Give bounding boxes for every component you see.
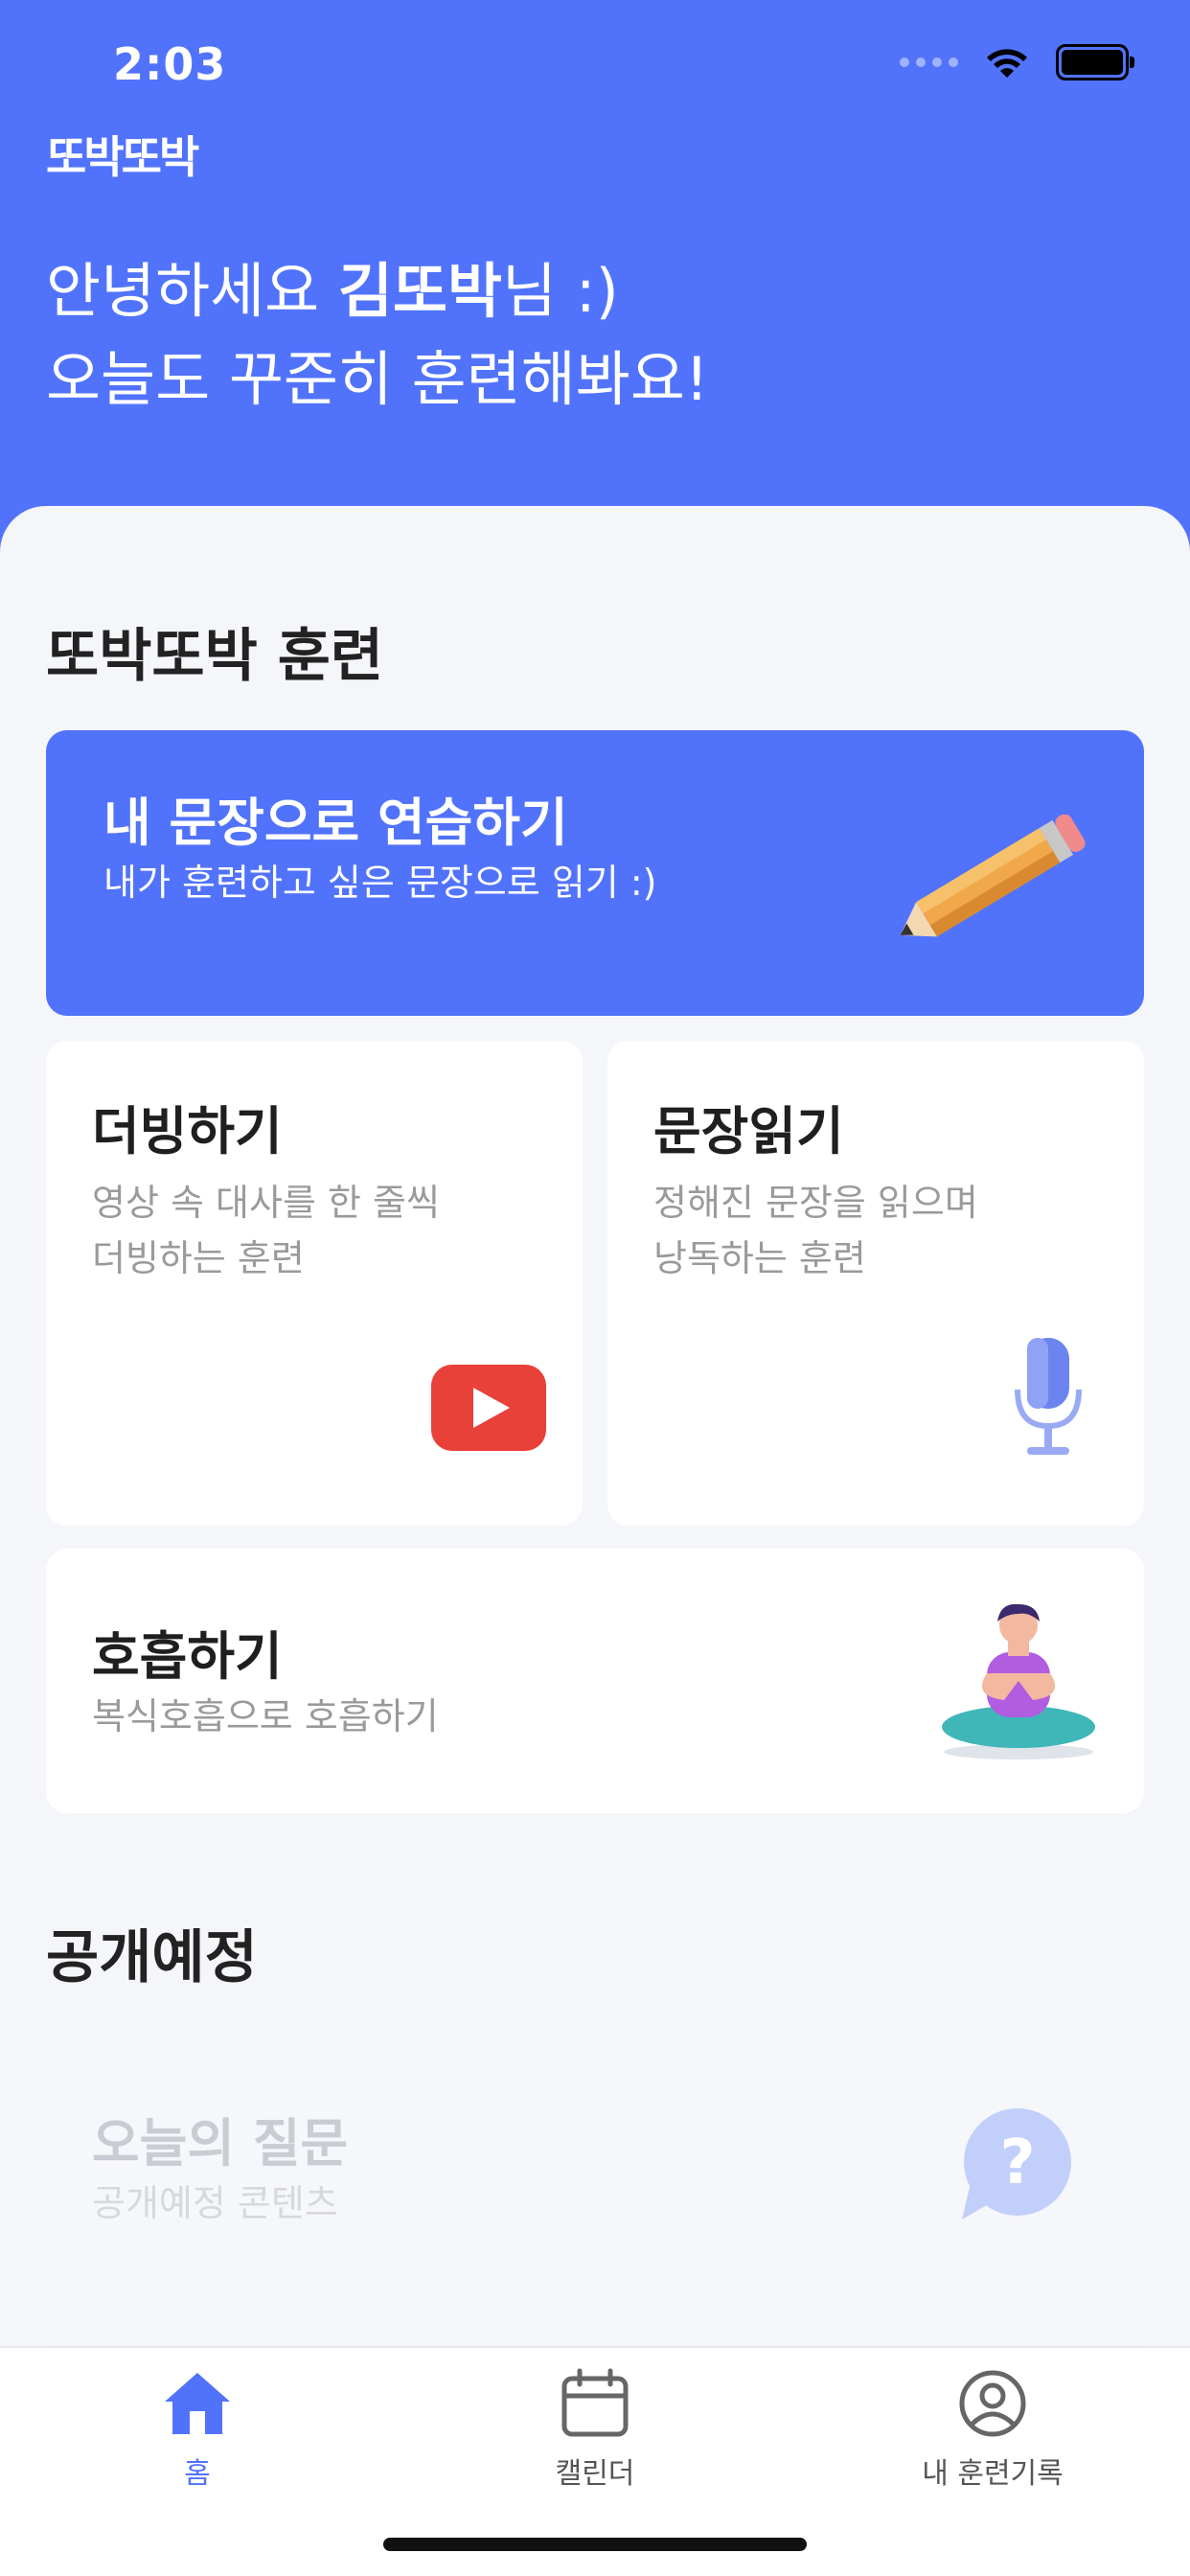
card-subtitle: 정해진 문장을 읽으며 낭독하는 훈련 [653, 1182, 978, 1279]
reading-card[interactable]: 문장읽기 정해진 문장을 읽으며 낭독하는 훈련 [607, 1041, 1144, 1526]
profile-icon [959, 2370, 1026, 2437]
header: 2:03 또박또박 안녕하세요 김또박님 :) 오늘도 꾸준히 훈련해봐요! [0, 0, 1190, 575]
question-card: 오늘의 질문 공개예정 콘텐츠 ? [46, 2036, 1144, 2300]
breathing-card[interactable]: 호흡하기 복식호흡으로 호흡하기 [46, 1549, 1144, 1813]
home-indicator [383, 2538, 807, 2551]
card-subtitle: 영상 속 대사를 한 줄씩 더빙하는 훈련 [92, 1182, 440, 1279]
wifi-icon [987, 49, 1027, 78]
status-icons [900, 44, 1134, 80]
card-title: 더빙하기 [92, 1101, 283, 1162]
microphone-icon [1015, 1338, 1082, 1455]
greeting-line2: 오늘도 꾸준히 훈련해봐요! [46, 344, 709, 414]
battery-icon [1056, 44, 1134, 80]
tab-label: 캘린더 [555, 2457, 635, 2491]
greeting: 안녕하세요 김또박님 :) 오늘도 꾸준히 훈련해봐요! [46, 247, 709, 424]
custom-sentence-card[interactable]: 내 문장으로 연습하기 내가 훈련하고 싶은 문장으로 읽기 :) [46, 730, 1144, 1016]
pencil-icon [900, 815, 1086, 937]
calendar-icon [561, 2368, 629, 2437]
home-icon [165, 2373, 230, 2434]
question-bubble-icon: ? [962, 2108, 1071, 2220]
tab-records[interactable]: 내 훈련기록 [849, 2367, 1136, 2492]
svg-text:?: ? [999, 2128, 1035, 2198]
youtube-play-icon [431, 1365, 546, 1451]
main-content: 또박또박 훈련 내 문장으로 연습하기 내가 훈련하고 싶은 문장으로 읽기 :… [0, 506, 1190, 2346]
greeting-line1: 안녕하세요 김또박님 :) [46, 256, 619, 326]
dubbing-card[interactable]: 더빙하기 영상 속 대사를 한 줄씩 더빙하는 훈련 [46, 1041, 583, 1526]
card-subtitle: 내가 훈련하고 싶은 문장으로 읽기 :) [103, 862, 657, 904]
card-title: 문장읽기 [653, 1101, 844, 1162]
tab-label: 홈 [184, 2457, 211, 2491]
tab-calendar[interactable]: 캘린더 [451, 2367, 739, 2492]
app-logo: 또박또박 [46, 131, 199, 183]
upcoming-card-partial [46, 2327, 1144, 2346]
user-name: 김또박 [337, 256, 503, 326]
tab-label: 내 훈련기록 [922, 2457, 1064, 2491]
card-title: 호흡하기 [92, 1626, 283, 1687]
signal-icon [900, 58, 958, 67]
card-subtitle: 공개예정 콘텐츠 [92, 2182, 338, 2224]
card-title: 내 문장으로 연습하기 [103, 793, 568, 853]
section-title-training: 또박또박 훈련 [46, 623, 384, 690]
status-time: 2:03 [113, 38, 227, 90]
tab-home[interactable]: 홈 [54, 2367, 341, 2492]
section-title-upcoming: 공개예정 [46, 1924, 258, 1991]
meditation-person-icon [942, 1603, 1095, 1760]
card-title: 오늘의 질문 [92, 2113, 349, 2174]
card-subtitle: 복식호흡으로 호흡하기 [92, 1695, 439, 1737]
